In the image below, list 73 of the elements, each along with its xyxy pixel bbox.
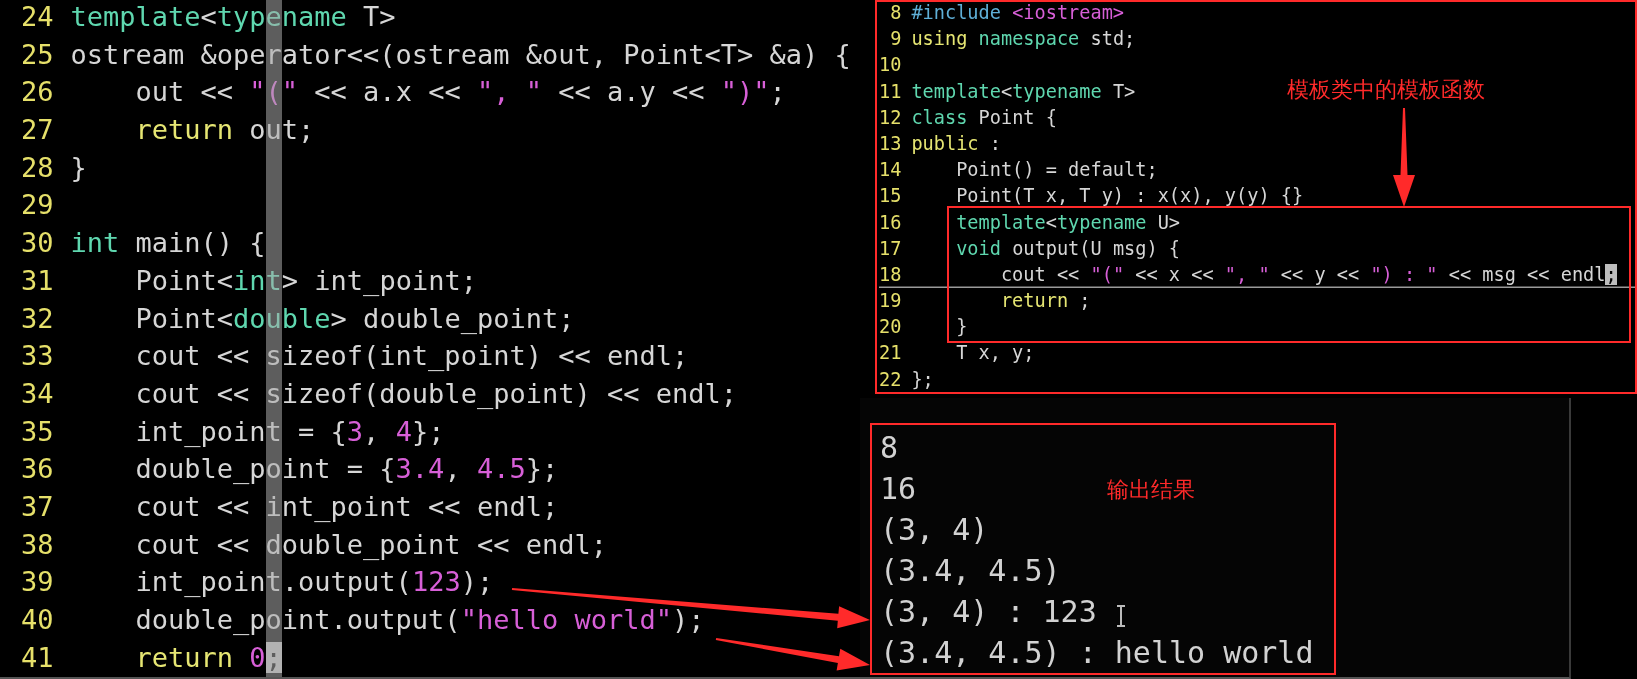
code-line: cout << sizeof(int_point) << endl; (134, 339, 689, 374)
code-line: return out; (134, 113, 315, 148)
line-number: 29 (21, 188, 54, 223)
line-number: 8 (889, 2, 902, 25)
output-line: 8 (880, 429, 899, 467)
code-line: public : (911, 131, 1001, 156)
output-line: 16 (880, 470, 917, 508)
code-line: cout << sizeof(double_point) << endl; (134, 376, 737, 411)
line-number: 28 (21, 150, 54, 185)
code-line: return ; (999, 289, 1091, 314)
line-number: 33 (21, 339, 54, 374)
code-line: void output(U msg) { (955, 236, 1181, 261)
code-line: template<typename U> (955, 210, 1181, 235)
code-line: cout << int_point << endl; (134, 489, 559, 524)
code-line: Point(T x, T y) : x(x), y(y) {} (955, 184, 1304, 209)
code-line: using namespace std; (911, 27, 1136, 52)
line-number: 14 (879, 158, 902, 183)
line-number: 39 (21, 565, 54, 600)
code-line: #include <iostream> (911, 2, 1125, 25)
line-number: 16 (879, 210, 902, 235)
code-line: double_point.output("hello world"); (134, 603, 705, 637)
code-line: Point<double> double_point; (134, 301, 575, 336)
line-number: 11 (879, 79, 902, 104)
line-number: 17 (879, 236, 902, 261)
line-number: 20 (879, 315, 902, 340)
line-number: 19 (879, 289, 902, 314)
line-number: 30 (21, 226, 54, 261)
line-number: 9 (889, 27, 902, 52)
line-number: 12 (879, 105, 902, 130)
code-line: }; (911, 367, 934, 392)
output-line: (3, 4) (880, 511, 989, 549)
code-line: } (70, 150, 87, 185)
code-line: Point() = default; (955, 158, 1158, 183)
annotation-label: 模板类中的模板函数 (1287, 76, 1485, 104)
line-number: 38 (21, 527, 54, 562)
line-number: 36 (21, 452, 54, 487)
output-line: (3.4, 4.5) : hello world (880, 634, 1314, 672)
code-line: out << "(" << a.x << ", " << a.y << ")"; (134, 75, 786, 110)
line-number: 41 (21, 640, 54, 675)
code-line: template<typename T> (70, 0, 396, 34)
line-number: 31 (21, 263, 54, 298)
line-number: 35 (21, 414, 54, 449)
code-line: int main() { (70, 226, 266, 261)
line-number: 21 (879, 341, 902, 366)
line-number: 37 (21, 489, 54, 524)
text-cursor-icon (1116, 605, 1126, 627)
code-line: Point<int> int_point; (134, 263, 477, 298)
code-line: return 0; (134, 640, 282, 675)
line-number: 22 (879, 367, 902, 392)
line-number: 10 (879, 53, 902, 78)
code-line: int_point = {3, 4}; (134, 414, 445, 449)
code-line: double_point = {3.4, 4.5}; (134, 452, 559, 487)
line-number: 13 (879, 131, 902, 156)
code-line: cout << "(" << x << ", " << y << ") : " << msg << endl; (999, 262, 1617, 287)
line-number: 18 (879, 262, 902, 287)
line-number: 34 (21, 376, 54, 411)
code-line: int_point.output(123); (134, 565, 494, 600)
code-line: T x, y; (955, 341, 1035, 366)
line-number: 40 (21, 603, 54, 637)
code-line: } (955, 315, 968, 340)
line-number: 25 (21, 37, 54, 72)
annotation-label: 输出结果 (1107, 476, 1195, 504)
line-number: 27 (21, 113, 54, 148)
line-number: 24 (21, 0, 54, 34)
output-line: (3.4, 4.5) (880, 552, 1061, 590)
line-number: 32 (21, 301, 54, 336)
code-line: ostream &operator<<(ostream &out, Point<T> &a) { (70, 37, 851, 72)
code-line: cout << double_point << endl; (134, 527, 607, 562)
code-line: template<typename T> (911, 79, 1136, 104)
output-line: (3, 4) : 123 (880, 593, 1097, 631)
code-line: class Point { (911, 105, 1057, 130)
line-number: 15 (879, 184, 902, 209)
line-number: 26 (21, 75, 54, 110)
